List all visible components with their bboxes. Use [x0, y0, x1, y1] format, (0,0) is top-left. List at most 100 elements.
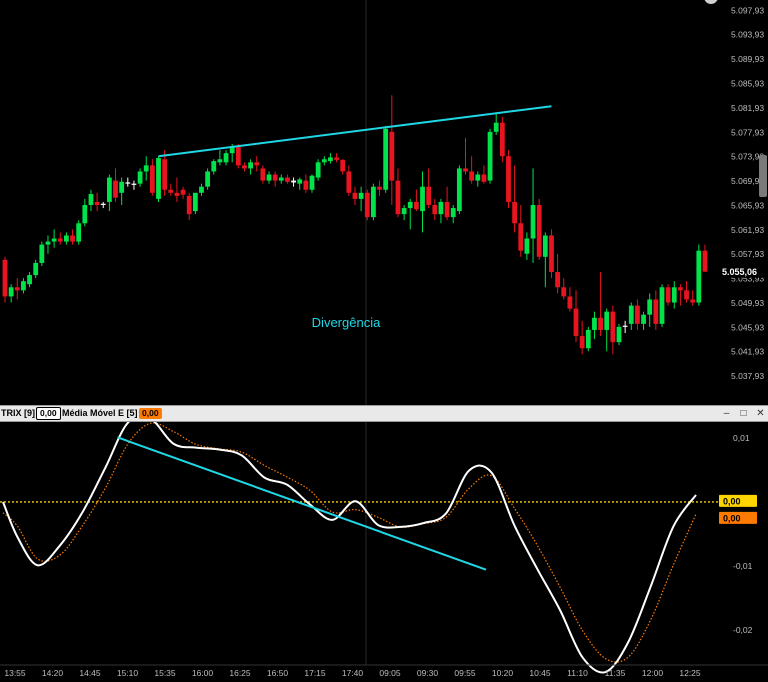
candle-body	[149, 165, 155, 193]
candle-body	[156, 158, 161, 199]
candle-body	[266, 174, 272, 181]
candle	[235, 144, 241, 169]
candle-body	[27, 275, 32, 285]
candle-body	[592, 317, 597, 330]
candle-body	[444, 201, 450, 218]
candle	[340, 159, 346, 175]
candle-body	[242, 165, 247, 169]
price-axis-label: 5.045,93	[731, 322, 764, 332]
candle	[592, 311, 597, 340]
candle	[561, 278, 567, 300]
ema-line	[2, 422, 697, 663]
candle	[346, 165, 352, 196]
trix-chart[interactable]: 0,01 -0,01 -0,02 0,00 0,00 13:55 14:20 14:45 15:…	[0, 422, 768, 682]
candle	[567, 287, 573, 312]
candle-body	[678, 287, 683, 291]
candle	[266, 171, 272, 184]
candle-body	[211, 161, 217, 172]
candle	[328, 153, 333, 164]
candle	[536, 198, 542, 260]
candle-body	[76, 223, 82, 242]
candle-body	[536, 204, 542, 257]
price-axis-label: 5.037,93	[731, 371, 764, 381]
price-axis-label: 5.085,93	[731, 78, 764, 88]
candle	[2, 256, 8, 303]
candle	[573, 290, 579, 343]
candle-body	[217, 159, 223, 163]
candle-body	[180, 189, 186, 195]
time-axis-label: 17:40	[342, 668, 364, 678]
candle-body	[51, 238, 57, 242]
candle	[383, 125, 389, 193]
candle-body	[192, 192, 198, 212]
candle	[389, 95, 395, 205]
candle	[604, 308, 610, 352]
candle	[64, 232, 69, 245]
price-axis-label: 5.065,93	[731, 200, 764, 210]
candle	[487, 128, 493, 184]
candle	[684, 281, 689, 303]
candle	[285, 174, 290, 184]
candle-body	[579, 336, 585, 349]
candle-body	[518, 223, 524, 251]
candle-body	[113, 180, 118, 198]
candle	[616, 323, 622, 346]
candle	[518, 204, 524, 257]
candle	[143, 156, 149, 181]
candle-body	[653, 299, 659, 324]
price-axis-label: 5.061,93	[731, 225, 764, 235]
candle-body	[690, 299, 696, 303]
candle-body	[561, 287, 567, 297]
price-axis-label: 5.049,93	[731, 298, 764, 308]
candle	[186, 192, 192, 221]
candle	[149, 159, 155, 196]
candle	[217, 150, 223, 166]
time-axis-label: 13:55	[4, 668, 26, 678]
candle	[493, 113, 499, 135]
candle	[647, 293, 653, 327]
candle	[524, 232, 530, 260]
candle-body	[328, 157, 333, 162]
maximize-icon[interactable]: □	[738, 408, 749, 419]
time-axis-label: 15:10	[117, 668, 139, 678]
candle-body	[524, 238, 530, 254]
candle	[628, 302, 634, 330]
candle	[665, 284, 671, 306]
candle-body	[610, 311, 616, 343]
candle	[76, 220, 82, 245]
candle	[14, 278, 20, 300]
candle	[598, 272, 603, 337]
candle	[8, 284, 14, 303]
candle	[119, 177, 125, 205]
candle	[51, 229, 57, 248]
candle-body	[469, 171, 475, 181]
time-axis-label: 16:00	[192, 668, 214, 678]
candle	[27, 272, 32, 288]
candle	[180, 186, 186, 199]
candle	[352, 186, 358, 205]
candle	[242, 162, 247, 172]
candle	[702, 244, 708, 273]
trix-line	[2, 422, 697, 674]
price-chart[interactable]: Divergência 5.097,93 5.093,93 5.089,93 5.085…	[0, 0, 768, 405]
candle	[168, 183, 174, 196]
candle	[223, 150, 229, 166]
candle	[610, 305, 616, 355]
candle-body	[106, 177, 112, 202]
candle-body	[475, 174, 481, 181]
candle	[481, 165, 487, 184]
minimize-icon[interactable]: –	[721, 408, 732, 419]
candle-body	[352, 192, 358, 199]
trix-label: TRIX [9]	[1, 408, 36, 418]
candle	[162, 150, 168, 196]
time-axis-label: 14:20	[42, 668, 64, 678]
candle-body	[131, 183, 137, 185]
candle-body	[64, 235, 69, 242]
candle	[57, 232, 63, 245]
time-axis-label: 09:30	[417, 668, 439, 678]
candle-body	[272, 174, 278, 181]
candle	[33, 259, 39, 279]
candle-body	[137, 171, 143, 184]
candle-body	[223, 153, 229, 163]
close-icon[interactable]: ✕	[755, 408, 766, 419]
